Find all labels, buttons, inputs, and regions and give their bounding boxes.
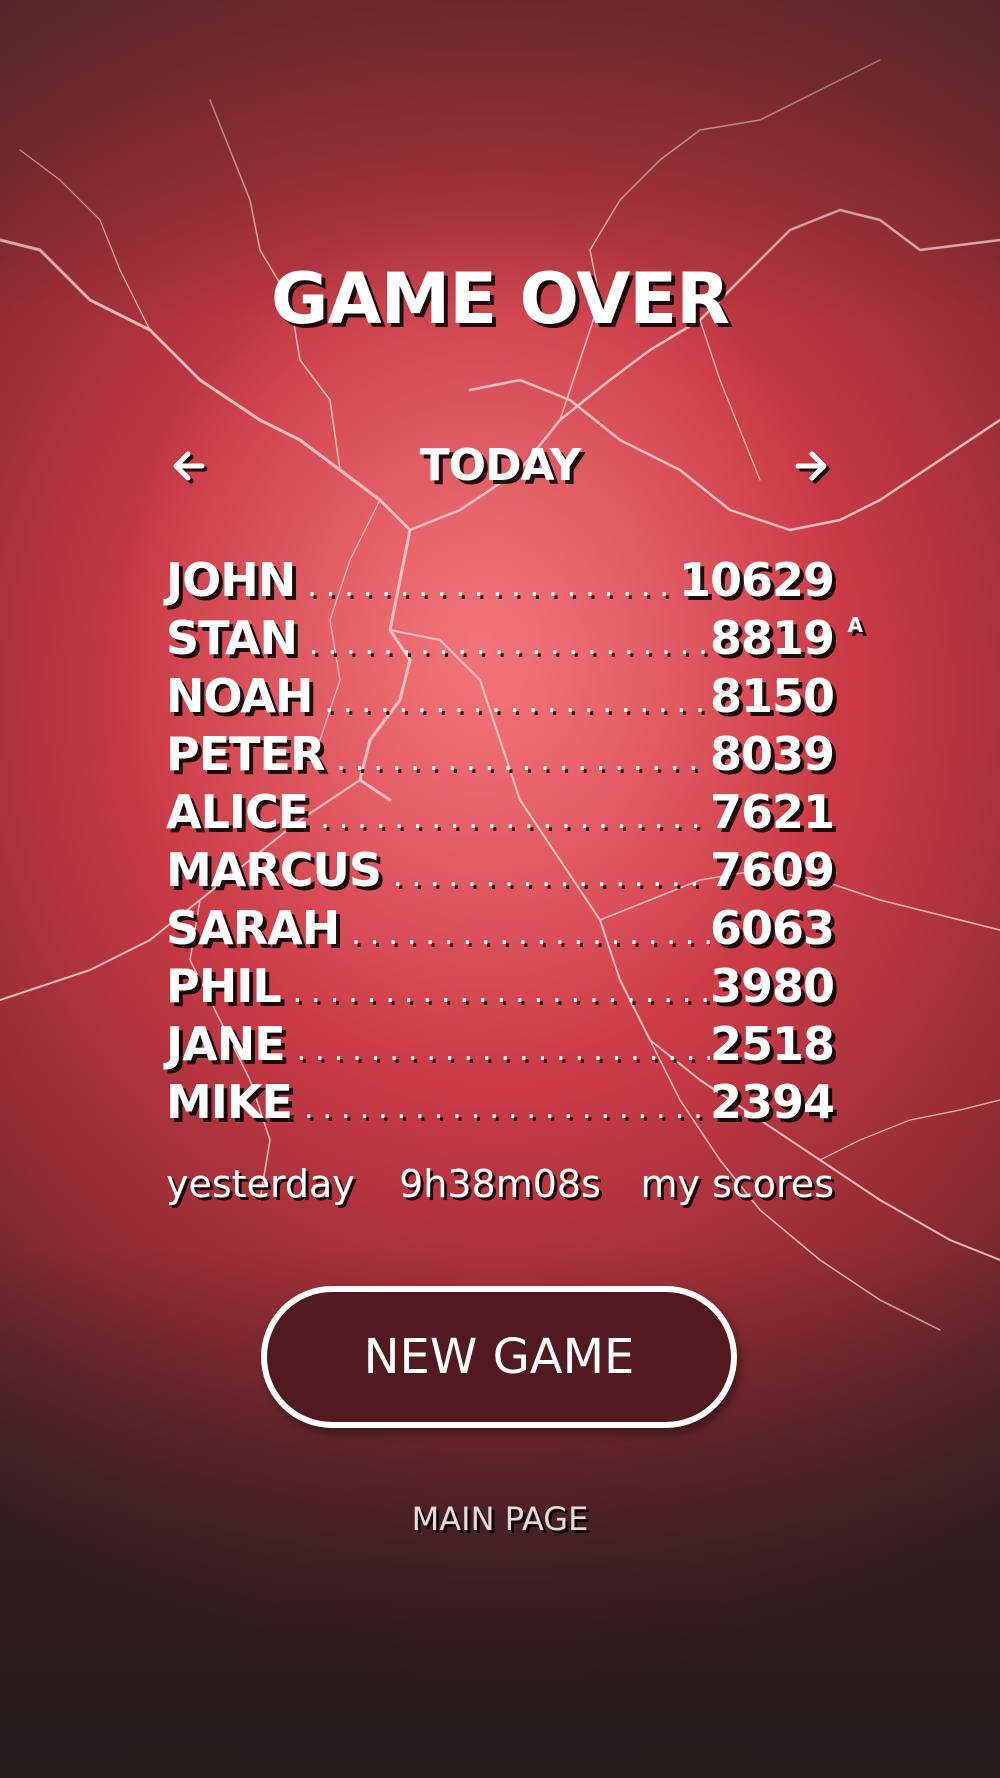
- leaderboard-row: MIKE ...................................…: [166, 1075, 835, 1133]
- leaderboard-footer: 9h38m08s yesterday my scores: [166, 1162, 834, 1212]
- leaderboard-row: STAN ...................................…: [166, 611, 863, 669]
- player-name: JANE: [166, 1017, 286, 1071]
- dot-leader: ........................................…: [296, 1033, 710, 1068]
- leaderboard-row: PHIL ...................................…: [166, 959, 835, 1017]
- dot-leader: ........................................…: [393, 859, 710, 894]
- main-page-link[interactable]: MAIN PAGE: [0, 1500, 1000, 1538]
- player-score: 2394: [709, 1075, 835, 1129]
- player-score: 8039: [709, 727, 835, 781]
- dot-leader: ........................................…: [324, 685, 710, 720]
- arrow-right-icon[interactable]: [780, 436, 840, 496]
- dot-leader: ........................................…: [320, 801, 710, 836]
- player-name: MARCUS: [166, 843, 382, 897]
- dot-leader: ........................................…: [292, 975, 710, 1010]
- player-name: STAN: [166, 611, 298, 665]
- player-score: 10629: [678, 553, 835, 607]
- player-score: 7609: [709, 843, 835, 897]
- player-score: 6063: [709, 901, 835, 955]
- score-marker: A: [847, 613, 864, 637]
- dot-leader: ........................................…: [351, 917, 710, 952]
- new-game-button[interactable]: NEW GAME: [261, 1286, 737, 1428]
- dot-leader: ........................................…: [303, 1091, 710, 1126]
- player-name: ALICE: [166, 785, 309, 839]
- player-name: JOHN: [166, 553, 296, 607]
- leaderboard: JOHN ...................................…: [166, 553, 863, 1133]
- leaderboard-row: SARAH ..................................…: [166, 901, 835, 959]
- dot-leader: ........................................…: [307, 569, 679, 604]
- player-name: NOAH: [166, 669, 313, 723]
- player-name: PETER: [166, 727, 325, 781]
- leaderboard-row: MARCUS .................................…: [166, 843, 835, 901]
- leaderboard-row: ALICE ..................................…: [166, 785, 835, 843]
- leaderboard-row: NOAH ...................................…: [166, 669, 835, 727]
- leaderboard-row: JOHN ...................................…: [166, 553, 835, 611]
- period-navigation: TODAY: [160, 436, 840, 496]
- leaderboard-row: JANE ...................................…: [166, 1017, 835, 1075]
- dot-leader: ........................................…: [309, 627, 710, 662]
- yesterday-link[interactable]: yesterday: [166, 1162, 355, 1206]
- player-score: 8819: [709, 611, 835, 665]
- player-name: MIKE: [166, 1075, 293, 1129]
- player-name: PHIL: [166, 959, 282, 1013]
- game-over-title: GAME OVER: [271, 258, 730, 340]
- my-scores-link[interactable]: my scores: [641, 1162, 835, 1206]
- player-score: 3980: [709, 959, 835, 1013]
- player-score: 8150: [709, 669, 835, 723]
- player-score: 7621: [709, 785, 835, 839]
- period-label: TODAY: [419, 440, 582, 491]
- player-score: 2518: [709, 1017, 835, 1071]
- player-name: SARAH: [166, 901, 340, 955]
- leaderboard-row: PETER ..................................…: [166, 727, 835, 785]
- dot-leader: ........................................…: [336, 743, 710, 778]
